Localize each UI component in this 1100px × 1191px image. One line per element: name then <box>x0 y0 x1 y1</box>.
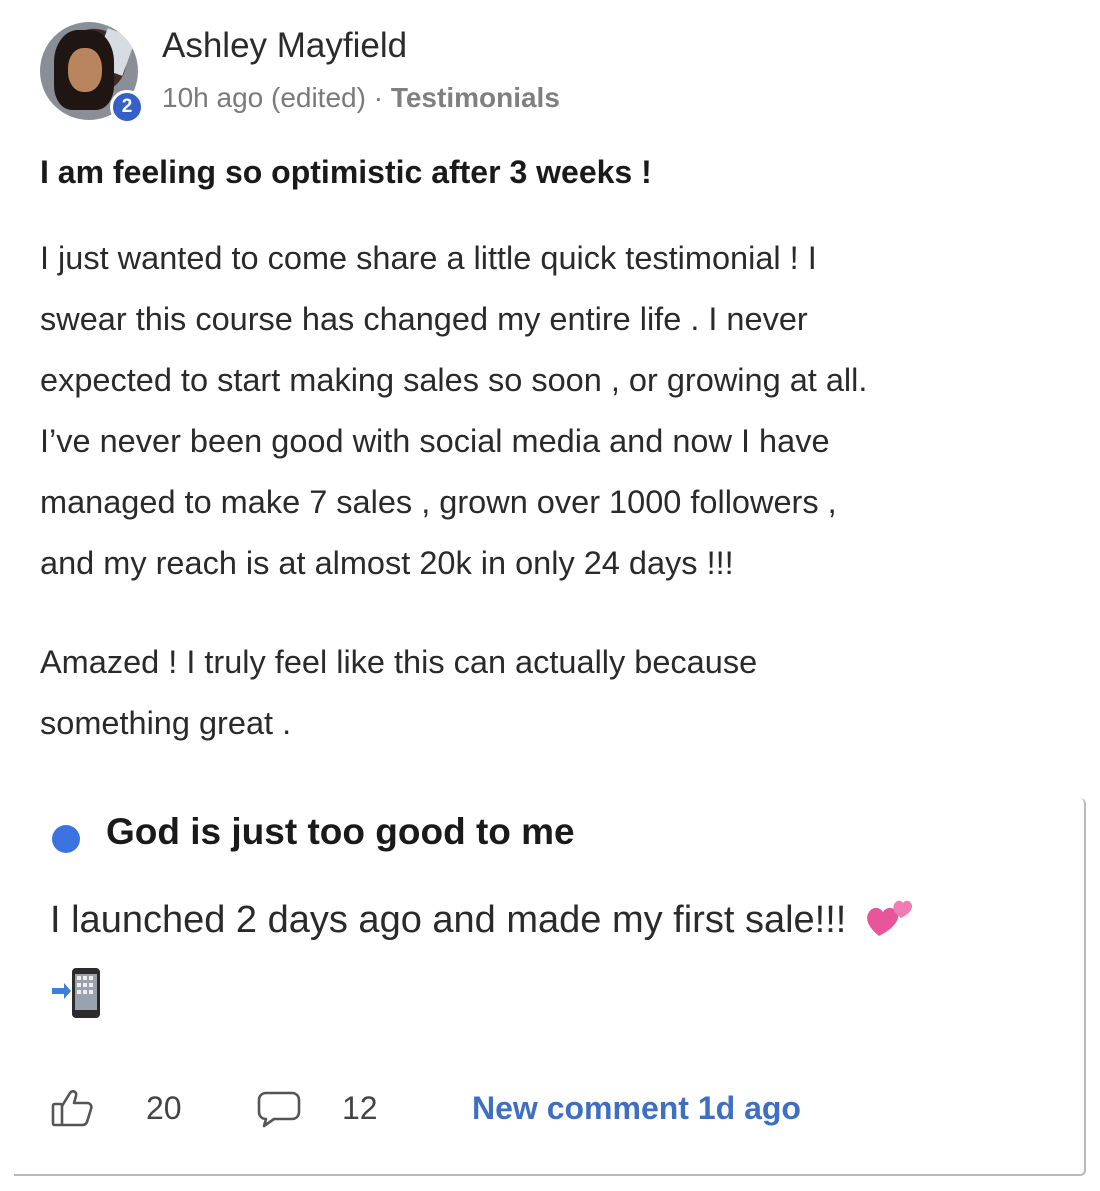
post-body-closing: Amazed ! I truly feel like this can actu… <box>40 632 1090 754</box>
new-comment-link[interactable]: New comment 1d ago <box>472 1090 801 1127</box>
body-line: expected to start making sales so soon ,… <box>40 362 868 398</box>
phone-with-arrow-icon <box>50 966 110 1020</box>
card-footer: 20 12 New comment 1d ago <box>50 1084 950 1134</box>
body-line: and my reach is at almost 20k in only 24… <box>40 545 734 581</box>
level-badge: 2 <box>110 90 144 124</box>
post-time: 10h ago (edited) <box>162 82 366 113</box>
body-line: Amazed ! I truly feel like this can actu… <box>40 644 758 680</box>
card-body: I launched 2 days ago and made my first … <box>50 896 919 942</box>
card-body-text: I launched 2 days ago and made my first … <box>50 899 847 941</box>
body-line: swear this course has changed my entire … <box>40 301 808 337</box>
body-line: managed to make 7 sales , grown over 100… <box>40 484 837 520</box>
thumbs-up-icon[interactable] <box>50 1088 94 1128</box>
comment-bubble-icon[interactable] <box>256 1090 302 1128</box>
category-link[interactable]: Testimonials <box>391 82 560 113</box>
testimonial-card[interactable]: God is just too good to me I launched 2 … <box>14 798 1086 1176</box>
unread-dot-icon <box>52 825 80 853</box>
author-name[interactable]: Ashley Mayfield <box>162 26 407 66</box>
like-count: 20 <box>146 1090 182 1126</box>
post-title[interactable]: I am feeling so optimistic after 3 weeks… <box>40 154 652 191</box>
post-body: I just wanted to come share a little qui… <box>40 228 1090 594</box>
body-line: something great . <box>40 705 292 741</box>
body-line: I just wanted to come share a little qui… <box>40 240 817 276</box>
card-title[interactable]: God is just too good to me <box>106 811 575 853</box>
comment-count: 12 <box>342 1090 378 1126</box>
two-hearts-icon <box>865 896 919 940</box>
post-header: 2 Ashley Mayfield 10h ago (edited) · Tes… <box>40 16 740 126</box>
post-meta: 10h ago (edited) · Testimonials <box>162 82 560 114</box>
body-line: I’ve never been good with social media a… <box>40 423 830 459</box>
meta-separator: · <box>373 82 384 113</box>
